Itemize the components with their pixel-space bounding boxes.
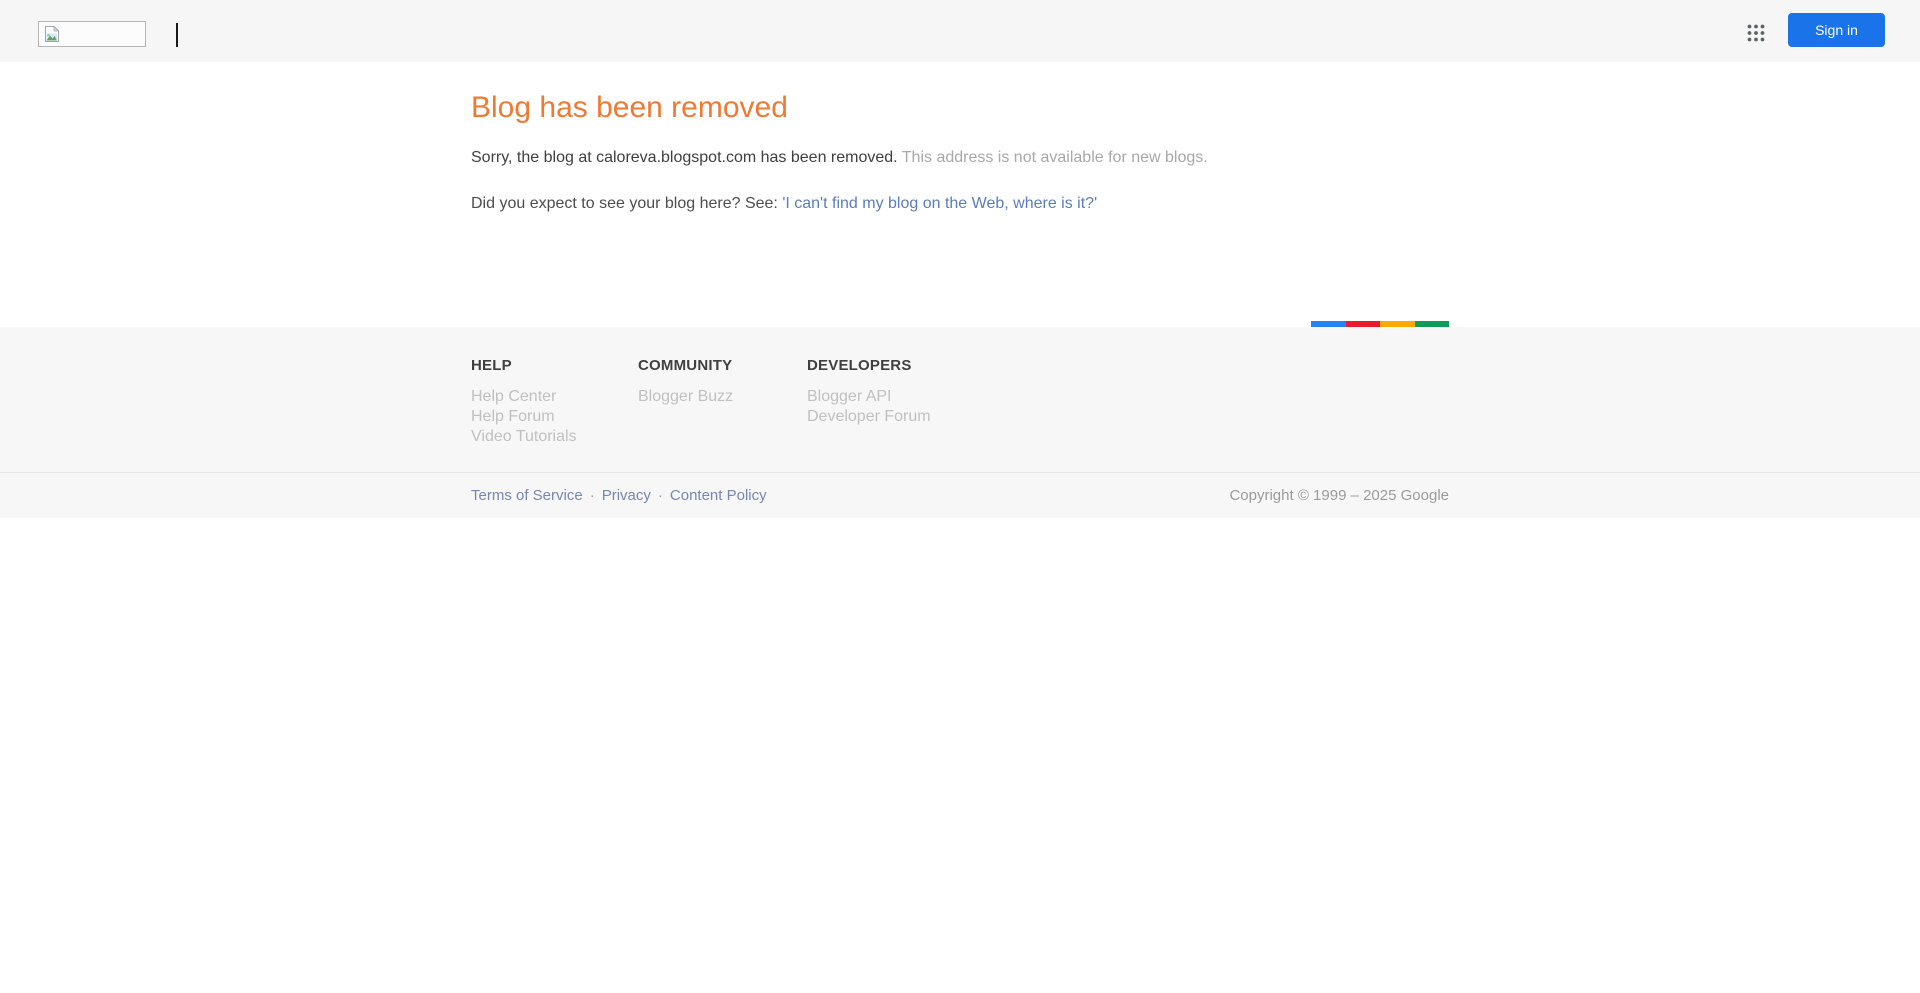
footer-column-community: COMMUNITY Blogger Buzz — [638, 357, 807, 447]
broken-image-icon — [45, 25, 60, 42]
google-color-stripe — [1311, 321, 1449, 327]
help-forum-link[interactable]: Help Forum — [471, 407, 638, 427]
footer-heading-help: HELP — [471, 357, 512, 374]
legal-bar: Terms of Service · Privacy · Content Policy … — [0, 472, 1920, 518]
developer-forum-link[interactable]: Developer Forum — [807, 407, 931, 427]
blogger-api-link[interactable]: Blogger API — [807, 387, 931, 407]
google-apps-grid-icon — [1747, 24, 1765, 42]
stripe-blue — [1311, 321, 1346, 327]
privacy-link[interactable]: Privacy — [602, 487, 651, 504]
video-tutorials-link[interactable]: Video Tutorials — [471, 427, 638, 447]
footer-column-help: HELP Help Center Help Forum Video Tutori… — [471, 357, 638, 447]
removal-message: Sorry, the blog at caloreva.blogspot.com… — [471, 148, 1449, 168]
google-apps-button[interactable] — [1741, 18, 1771, 48]
legal-links: Terms of Service · Privacy · Content Policy — [471, 487, 767, 504]
page-title: Blog has been removed — [471, 91, 788, 124]
footer-heading-developers: DEVELOPERS — [807, 357, 912, 374]
link-separator: · — [589, 487, 595, 504]
blog-help-prompt: Did you expect to see your blog here? Se… — [471, 194, 1449, 214]
footer-column-developers: DEVELOPERS Blogger API Developer Forum — [807, 357, 931, 447]
top-navbar: Sign in — [0, 0, 1920, 62]
main-content: Blog has been removed Sorry, the blog at… — [0, 62, 1920, 327]
copyright-text: Copyright © 1999 – 2025 Google — [1229, 487, 1449, 504]
stripe-red — [1345, 321, 1380, 327]
stripe-yellow — [1380, 321, 1415, 327]
link-separator: · — [657, 487, 663, 504]
help-center-link[interactable]: Help Center — [471, 387, 638, 407]
blogger-logo-broken-image[interactable] — [38, 21, 146, 47]
footer: HELP Help Center Help Forum Video Tutori… — [0, 321, 1920, 472]
content-policy-link[interactable]: Content Policy — [670, 487, 767, 504]
removal-message-primary: Sorry, the blog at caloreva.blogspot.com… — [471, 149, 898, 166]
removal-message-secondary: This address is not available for new bl… — [901, 149, 1208, 166]
stripe-green — [1414, 321, 1449, 327]
terms-of-service-link[interactable]: Terms of Service — [471, 487, 583, 504]
text-caret — [176, 23, 178, 47]
footer-heading-community: COMMUNITY — [638, 357, 733, 374]
cant-find-blog-link[interactable]: 'I can't find my blog on the Web, where … — [782, 195, 1097, 212]
prompt-text: Did you expect to see your blog here? Se… — [471, 195, 783, 212]
blogger-buzz-link[interactable]: Blogger Buzz — [638, 387, 807, 407]
sign-in-button[interactable]: Sign in — [1788, 13, 1885, 47]
